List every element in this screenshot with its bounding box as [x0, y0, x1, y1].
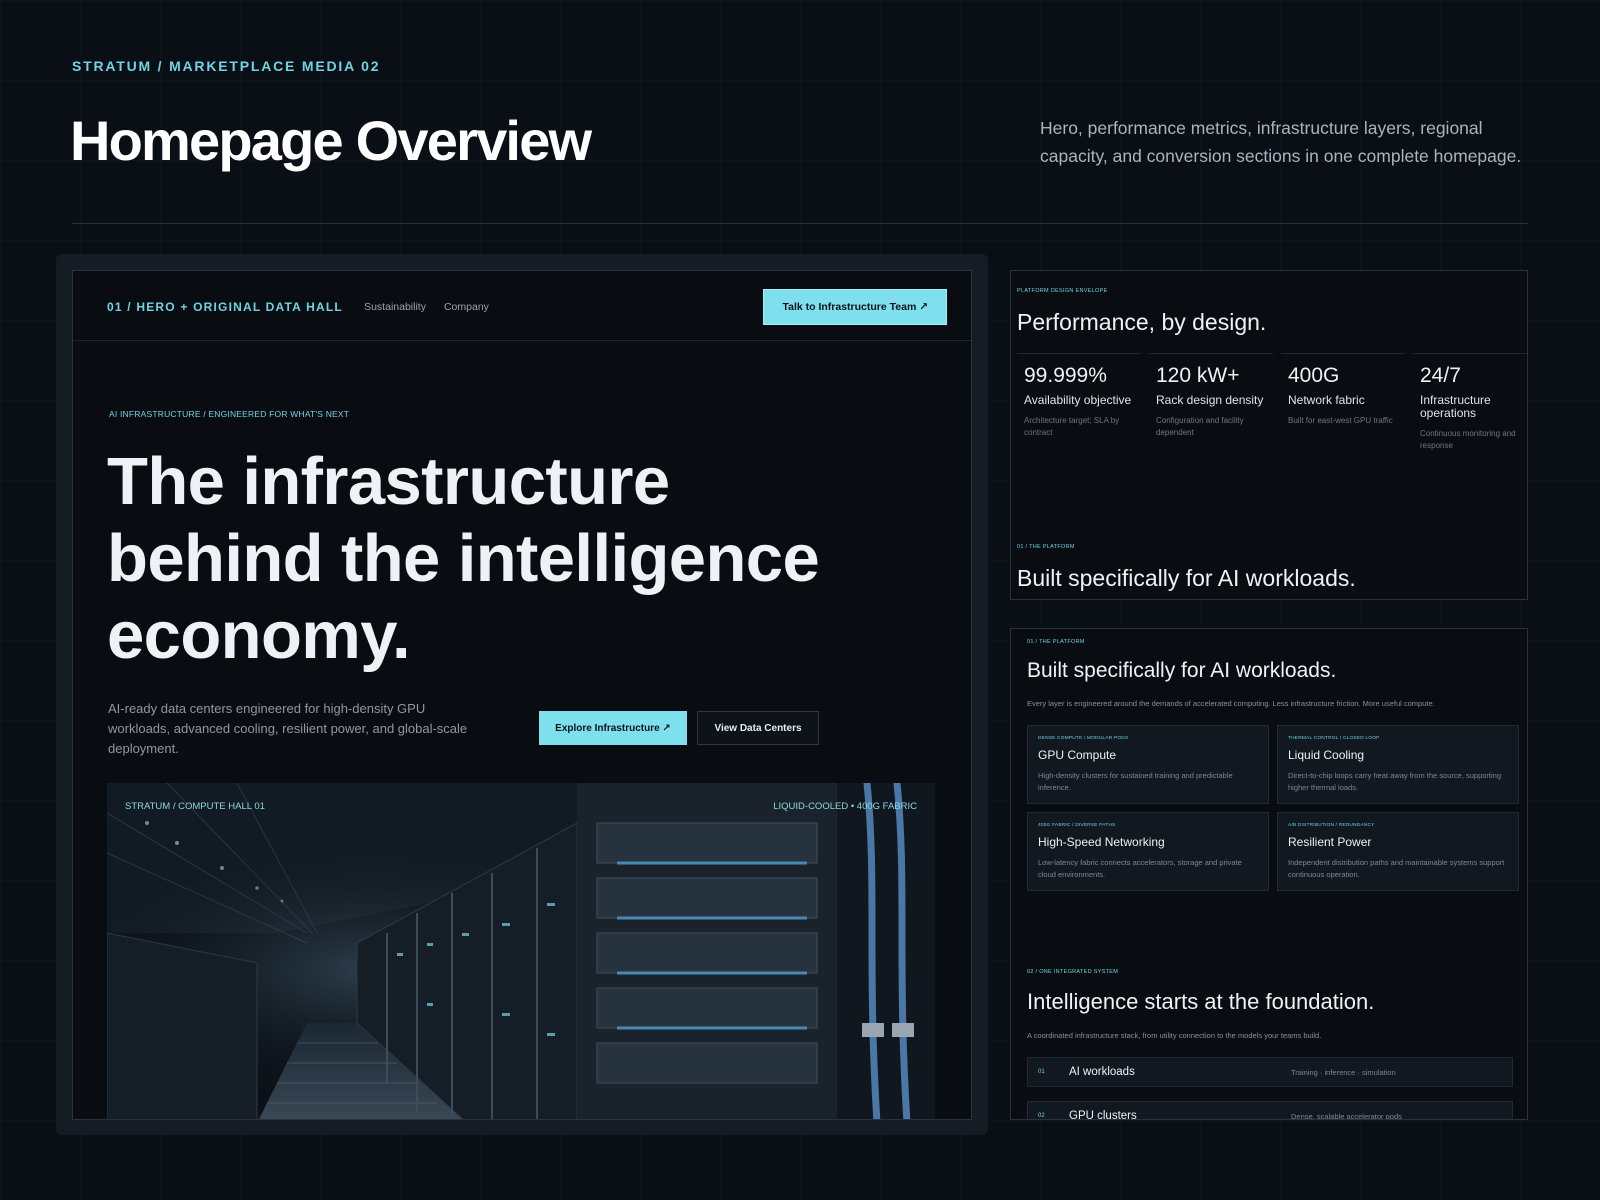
feature-desc: Independent distribution paths and maint…	[1288, 858, 1505, 879]
stack-name: GPU clusters	[1069, 1110, 1137, 1120]
metric-note: Architecture target; SLA by contract	[1024, 416, 1120, 437]
metric-value: 120 kW+	[1156, 364, 1240, 387]
stack-number: 02	[1038, 1113, 1045, 1119]
metric-value: 99.999%	[1024, 364, 1107, 387]
metrics-row: 99.999% Availability objective Architect…	[1017, 353, 1527, 452]
feature-grid: DENSE COMPUTE / MODULAR PODS GPU Compute…	[1027, 725, 1519, 891]
metric-note: Configuration and facility dependent	[1156, 416, 1244, 437]
hero-screenshot: ns Sustainability Company 01 / HERO + OR…	[72, 270, 972, 1120]
headline-line-2: behind the intelligence	[107, 521, 820, 596]
metric-label: Availability objective	[1024, 393, 1132, 407]
performance-card: PLATFORM DESIGN ENVELOPE Performance, by…	[1010, 270, 1528, 600]
feature-liquid-cooling[interactable]: THERMAL CONTROL / CLOSED LOOP Liquid Coo…	[1277, 725, 1519, 804]
section-label: 01 / HERO + ORIGINAL DATA HALL	[97, 287, 357, 327]
nav-link-company[interactable]: Company	[444, 301, 489, 313]
page-title: Homepage Overview	[70, 109, 592, 172]
platform-kicker: 01 / THE PLATFORM	[1027, 639, 1085, 645]
stack-row-ai-workloads[interactable]: 01 AI workloads Training · inference · s…	[1027, 1057, 1513, 1087]
metric-note: Built for east-west GPU traffic	[1288, 416, 1393, 425]
stack-info: Dense, scalable accelerator pods	[1291, 1111, 1402, 1120]
feature-tag: THERMAL CONTROL / CLOSED LOOP	[1288, 736, 1380, 741]
system-title: Intelligence starts at the foundation.	[1027, 989, 1375, 1014]
metric-label: Network fabric	[1288, 393, 1365, 407]
nav-link-sustainability[interactable]: Sustainability	[364, 301, 426, 313]
hero-subtext: AI-ready data centers engineered for hig…	[108, 701, 468, 756]
metric-rack-density: 120 kW+ Rack design density Configuratio…	[1149, 353, 1273, 452]
metric-value: 24/7	[1420, 364, 1461, 387]
data-hall-illustration	[107, 783, 935, 1119]
performance-kicker: PLATFORM DESIGN ENVELOPE	[1017, 288, 1108, 294]
metric-availability: 99.999% Availability objective Architect…	[1017, 353, 1141, 452]
performance-title: Performance, by design.	[1017, 309, 1267, 335]
metric-network: 400G Network fabric Built for east-west …	[1281, 353, 1405, 452]
feature-tag: A/B DISTRIBUTION / REDUNDANCY	[1288, 823, 1375, 828]
feature-tag: 400G FABRIC / DIVERSE PATHS	[1038, 823, 1116, 828]
feature-desc: Direct-to-chip loops carry heat away fro…	[1288, 771, 1502, 792]
eyebrow-label: STRATUM / MARKETPLACE MEDIA 02	[72, 58, 381, 74]
metric-operations: 24/7 Infrastructure operations Continuou…	[1413, 353, 1527, 452]
talk-to-team-button[interactable]: Talk to Infrastructure Team ↗	[763, 289, 947, 325]
hero-headline: The infrastructure behind the intelligen…	[107, 443, 927, 674]
nav-links: ns Sustainability Company	[335, 301, 489, 313]
feature-desc: Low-latency fabric connects accelerators…	[1038, 858, 1242, 879]
page-description: Hero, performance metrics, infrastructur…	[1040, 118, 1522, 166]
headline-line-1: The infrastructure	[107, 444, 670, 519]
header-divider	[72, 223, 1528, 224]
feature-networking[interactable]: 400G FABRIC / DIVERSE PATHS High-Speed N…	[1027, 812, 1269, 891]
metric-label: Rack design density	[1156, 393, 1264, 407]
explore-infrastructure-button[interactable]: Explore Infrastructure ↗	[539, 711, 687, 745]
stack-number: 01	[1038, 1069, 1045, 1075]
hero-kicker: AI INFRASTRUCTURE / ENGINEERED FOR WHAT'…	[109, 409, 350, 419]
data-hall-image: STRATUM / COMPUTE HALL 01 LIQUID-COOLED …	[107, 783, 935, 1119]
feature-gpu-compute[interactable]: DENSE COMPUTE / MODULAR PODS GPU Compute…	[1027, 725, 1269, 804]
metric-note: Continuous monitoring and response	[1420, 429, 1516, 450]
hero-nav: ns Sustainability Company 01 / HERO + OR…	[73, 271, 971, 341]
image-label-right: LIQUID-COOLED • 400G FABRIC	[773, 801, 917, 812]
platform-kicker-preview: 01 / THE PLATFORM	[1017, 544, 1075, 550]
feature-title: Resilient Power	[1288, 835, 1372, 849]
stack-info: Training · inference · simulation	[1291, 1067, 1396, 1077]
system-description: A coordinated infrastructure stack, from…	[1027, 1031, 1322, 1040]
feature-desc: High-density clusters for sustained trai…	[1038, 771, 1233, 792]
platform-title-preview: Built specifically for AI workloads.	[1017, 565, 1356, 591]
feature-title: GPU Compute	[1038, 748, 1117, 762]
headline-line-3: economy.	[107, 598, 411, 673]
metric-value: 400G	[1288, 364, 1340, 387]
system-kicker: 02 / ONE INTEGRATED SYSTEM	[1027, 969, 1119, 975]
feature-title: Liquid Cooling	[1288, 748, 1365, 762]
stack-name: AI workloads	[1069, 1066, 1135, 1078]
platform-title: Built specifically for AI workloads.	[1027, 659, 1337, 682]
platform-card: 01 / THE PLATFORM Built specifically for…	[1010, 628, 1528, 1120]
feature-tag: DENSE COMPUTE / MODULAR PODS	[1038, 736, 1129, 741]
feature-resilient-power[interactable]: A/B DISTRIBUTION / REDUNDANCY Resilient …	[1277, 812, 1519, 891]
platform-description: Every layer is engineered around the dem…	[1027, 699, 1435, 708]
metric-label: Infrastructure operations	[1420, 393, 1491, 420]
feature-title: High-Speed Networking	[1038, 835, 1165, 849]
stack-row-gpu-clusters[interactable]: 02 GPU clusters Dense, scalable accelera…	[1027, 1101, 1513, 1120]
view-data-centers-button[interactable]: View Data Centers	[697, 711, 819, 745]
image-label-left: STRATUM / COMPUTE HALL 01	[125, 801, 265, 812]
